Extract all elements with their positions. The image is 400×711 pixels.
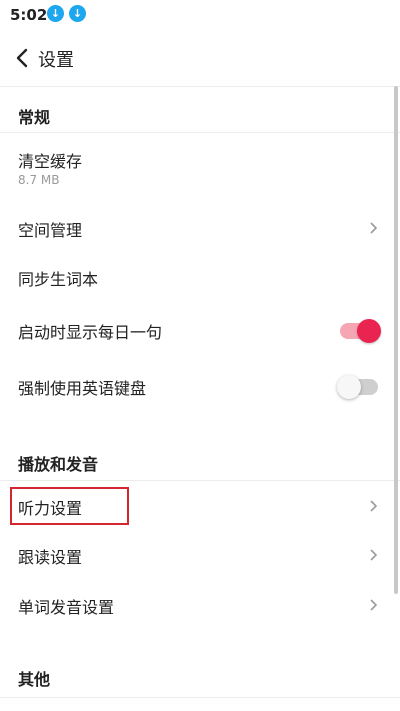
- sync-vocab-label: 同步生词本: [18, 270, 99, 289]
- clear-cache-row[interactable]: 清空缓存 8.7 MB: [0, 140, 400, 196]
- chevron-left-icon[interactable]: [14, 48, 32, 68]
- section-header-other: 其他: [18, 670, 51, 689]
- clear-cache-label: 清空缓存: [18, 152, 83, 171]
- sync-vocab-row[interactable]: 同步生词本: [0, 258, 400, 296]
- section-header-general: 常规: [18, 108, 51, 127]
- listening-settings-label: 听力设置: [18, 499, 83, 518]
- english-keyboard-row[interactable]: 强制使用英语键盘: [0, 366, 400, 406]
- word-pronunciation-label: 单词发音设置: [18, 598, 115, 617]
- chevron-right-icon: [370, 222, 378, 234]
- chevron-right-icon: [370, 549, 378, 561]
- daily-sentence-toggle[interactable]: [340, 319, 381, 343]
- english-keyboard-toggle[interactable]: [337, 375, 378, 399]
- space-management-row[interactable]: 空间管理: [0, 208, 400, 248]
- shadowing-settings-row[interactable]: 跟读设置: [0, 536, 400, 574]
- english-keyboard-label: 强制使用英语键盘: [18, 379, 147, 398]
- word-pronunciation-row[interactable]: 单词发音设置: [0, 586, 400, 624]
- download-icon: ↓: [47, 5, 64, 22]
- chevron-right-icon: [370, 500, 378, 512]
- section-header-playback: 播放和发音: [18, 455, 99, 474]
- page-title: 设置: [38, 50, 74, 71]
- status-time: 5:02: [10, 6, 48, 24]
- shadowing-settings-label: 跟读设置: [18, 548, 83, 567]
- divider: [0, 697, 400, 698]
- space-management-label: 空间管理: [18, 221, 83, 240]
- chevron-right-icon: [370, 599, 378, 611]
- download-icon: ↓: [69, 5, 86, 22]
- toggle-knob: [337, 375, 361, 399]
- listening-settings-row[interactable]: 听力设置: [0, 487, 400, 525]
- divider: [0, 86, 400, 87]
- divider: [0, 480, 400, 481]
- status-bar: 5:02 ↓ ↓: [0, 0, 400, 28]
- divider: [0, 132, 400, 133]
- daily-sentence-row[interactable]: 启动时显示每日一句: [0, 310, 400, 350]
- cache-size: 8.7 MB: [18, 173, 60, 187]
- toolbar: 设置: [0, 36, 400, 80]
- scrollbar[interactable]: [394, 86, 398, 594]
- daily-sentence-label: 启动时显示每日一句: [18, 323, 163, 342]
- toggle-knob: [357, 319, 381, 343]
